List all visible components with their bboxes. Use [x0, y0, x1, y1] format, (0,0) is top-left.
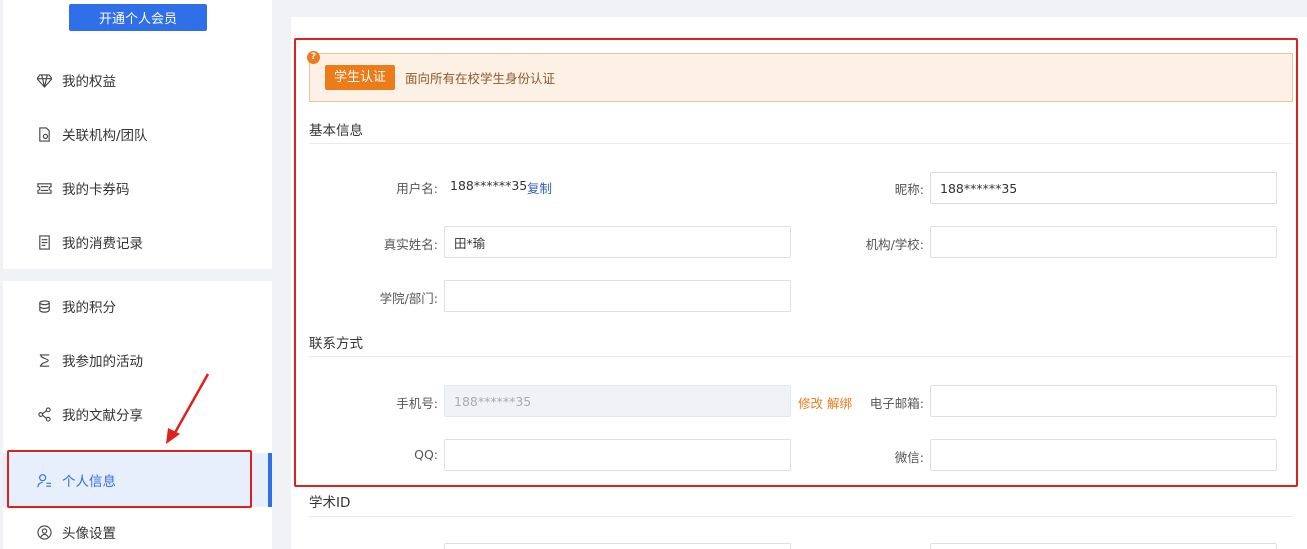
phone-label: 手机号:: [396, 396, 438, 411]
sidebar-item-label: 我参加的活动: [62, 354, 143, 370]
sidebar-item-label: 我的卡券码: [62, 182, 130, 198]
qq-label: QQ:: [414, 447, 438, 462]
section-title-contact: 联系方式: [309, 336, 363, 352]
ticket-icon: [36, 180, 52, 196]
document-link-icon: [36, 126, 52, 142]
sidebar-item-label: 我的积分: [62, 300, 116, 316]
student-cert-banner: 学生认证 面向所有在校学生身份认证: [309, 53, 1293, 102]
annotation-arrow-icon: [166, 373, 210, 444]
sidebar-item-label: 关联机构/团队: [62, 128, 148, 144]
sidebar-item-label: 我的权益: [62, 74, 116, 90]
sidebar-item-purchases[interactable]: 我的消费记录: [3, 217, 272, 267]
cert-description: 面向所有在校学生身份认证: [405, 71, 556, 86]
modify-phone-link[interactable]: 修改: [798, 393, 823, 412]
wechat-label: 微信:: [894, 450, 924, 465]
question-icon[interactable]: ?: [307, 51, 320, 64]
avatar-icon: [36, 524, 52, 540]
username-label: 用户名:: [396, 181, 438, 196]
highlight-box: [7, 450, 252, 508]
highlight-frame: [294, 38, 1298, 487]
email-field[interactable]: [930, 385, 1277, 417]
sidebar-item-activities[interactable]: 我参加的活动: [3, 335, 272, 385]
divider: [309, 143, 1293, 144]
phone-field: [444, 385, 791, 417]
nickname-field[interactable]: [930, 172, 1277, 204]
activity-icon: [36, 352, 52, 368]
active-indicator: [268, 453, 272, 507]
org-field[interactable]: [930, 226, 1277, 258]
nickname-label: 昵称:: [894, 182, 924, 197]
divider: [309, 516, 1293, 517]
sidebar: 开通个人会员 我的权益 关联机构/团队 我的卡券码 我的消费记录 我的积分 我参…: [0, 0, 272, 549]
email-label: 电子邮箱:: [869, 396, 924, 411]
sidebar-item-label: 我的文献分享: [62, 408, 143, 424]
academic-field-1[interactable]: [444, 543, 791, 549]
academic-field-2[interactable]: [930, 543, 1277, 549]
coins-icon: [36, 298, 52, 314]
realname-field[interactable]: [444, 226, 791, 258]
username-value: 188******35: [450, 178, 528, 193]
sidebar-item-benefits[interactable]: 我的权益: [3, 55, 272, 105]
sidebar-item-institution[interactable]: 关联机构/团队: [3, 109, 272, 159]
receipt-icon: [36, 234, 52, 250]
sidebar-item-label: 我的消费记录: [62, 236, 143, 252]
sidebar-item-coupons[interactable]: 我的卡券码: [3, 163, 272, 213]
dept-label: 学院/部门:: [379, 291, 438, 306]
sidebar-item-label: 头像设置: [62, 526, 116, 542]
org-label: 机构/学校:: [865, 237, 924, 252]
diamond-icon: [36, 72, 52, 88]
dept-field[interactable]: [444, 280, 791, 312]
wechat-field[interactable]: [930, 439, 1277, 471]
share-icon: [36, 406, 52, 422]
student-cert-button[interactable]: 学生认证: [325, 65, 396, 90]
qq-field[interactable]: [444, 439, 791, 471]
open-membership-button[interactable]: 开通个人会员: [69, 4, 207, 31]
section-title-basic: 基本信息: [309, 123, 363, 139]
copy-link[interactable]: 复制: [527, 178, 552, 197]
sidebar-item-shares[interactable]: 我的文献分享: [3, 389, 272, 439]
divider: [309, 356, 1293, 357]
sidebar-item-points[interactable]: 我的积分: [3, 281, 272, 331]
sidebar-item-avatar[interactable]: 头像设置: [3, 507, 272, 549]
realname-label: 真实姓名:: [383, 237, 438, 252]
section-title-academic: 学术ID: [309, 495, 351, 511]
